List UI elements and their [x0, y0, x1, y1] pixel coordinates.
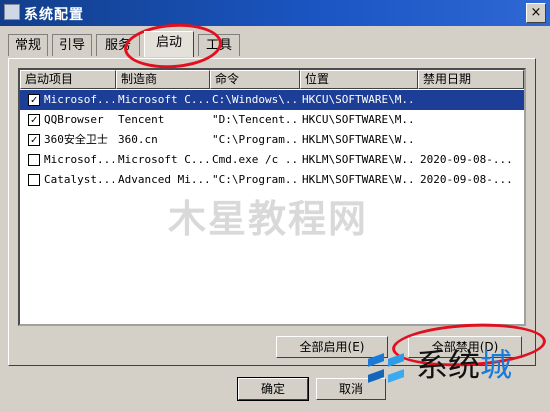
- row-location: HKLM\SOFTWARE\W...: [302, 173, 416, 186]
- table-row[interactable]: Catalyst... Advanced Mi... "C:\Program..…: [20, 170, 524, 190]
- row-location: HKCU\SOFTWARE\M...: [302, 113, 416, 126]
- row-checkbox[interactable]: [28, 154, 40, 166]
- col-manufacturer[interactable]: 制造商: [116, 70, 210, 89]
- close-button[interactable]: ×: [526, 3, 546, 23]
- row-item: Microsof...: [44, 153, 114, 166]
- logo-text: 系统城: [416, 346, 513, 384]
- row-checkbox[interactable]: ✓: [28, 94, 40, 106]
- table-row[interactable]: ✓ 360安全卫士 360.cn "C:\Program... HKLM\SOF…: [20, 130, 524, 150]
- row-command: Cmd.exe /c ...: [212, 153, 298, 166]
- col-location[interactable]: 位置: [300, 70, 418, 89]
- col-startup-item[interactable]: 启动项目: [20, 70, 116, 89]
- col-command[interactable]: 命令: [210, 70, 300, 89]
- table-row[interactable]: ✓ Microsof... Microsoft C... C:\Windows\…: [20, 90, 524, 110]
- row-maker: Microsoft C...: [118, 93, 208, 106]
- row-checkbox[interactable]: [28, 174, 40, 186]
- row-checkbox[interactable]: ✓: [28, 134, 40, 146]
- ok-button[interactable]: 确定: [237, 377, 309, 401]
- tab-general[interactable]: 常规: [8, 34, 48, 56]
- row-location: HKLM\SOFTWARE\W...: [302, 133, 416, 146]
- row-item: QQBrowser: [44, 113, 104, 126]
- list-header: 启动项目 制造商 命令 位置 禁用日期: [20, 70, 524, 89]
- table-row[interactable]: Microsof... Microsoft C... Cmd.exe /c ..…: [20, 150, 524, 170]
- app-icon: [4, 4, 20, 20]
- row-command: C:\Windows\...: [212, 93, 298, 106]
- row-command: "D:\Tencent...: [212, 113, 298, 126]
- table-row[interactable]: ✓ QQBrowser Tencent "D:\Tencent... HKCU\…: [20, 110, 524, 130]
- row-command: "C:\Program...: [212, 173, 298, 186]
- row-date: [420, 110, 524, 130]
- row-date: [420, 130, 524, 150]
- col-disabled-date[interactable]: 禁用日期: [418, 70, 524, 89]
- row-maker: Advanced Mi...: [118, 173, 208, 186]
- watermark-text: 木星教程网: [168, 197, 369, 241]
- row-command: "C:\Program...: [212, 133, 298, 146]
- row-location: HKCU\SOFTWARE\M...: [302, 93, 416, 106]
- row-item: Microsof...: [44, 93, 114, 106]
- row-location: HKLM\SOFTWARE\W...: [302, 153, 416, 166]
- row-date: [420, 90, 524, 110]
- site-logo: 系统城: [368, 338, 550, 412]
- logo-mark-icon: [368, 350, 408, 390]
- row-item: 360安全卫士: [44, 133, 108, 146]
- window-title: 系统配置: [24, 7, 84, 23]
- tab-boot[interactable]: 引导: [52, 34, 92, 56]
- row-checkbox[interactable]: ✓: [28, 114, 40, 126]
- row-maker: Microsoft C...: [118, 153, 208, 166]
- tab-startup[interactable]: 启动: [144, 31, 194, 57]
- row-item: Catalyst...: [44, 173, 114, 186]
- row-maker: 360.cn: [118, 133, 158, 146]
- row-date: 2020-09-08-...: [420, 173, 513, 186]
- row-date: 2020-09-08-...: [420, 153, 513, 166]
- title-bar: 系统配置 ×: [0, 0, 550, 26]
- row-maker: Tencent: [118, 113, 165, 126]
